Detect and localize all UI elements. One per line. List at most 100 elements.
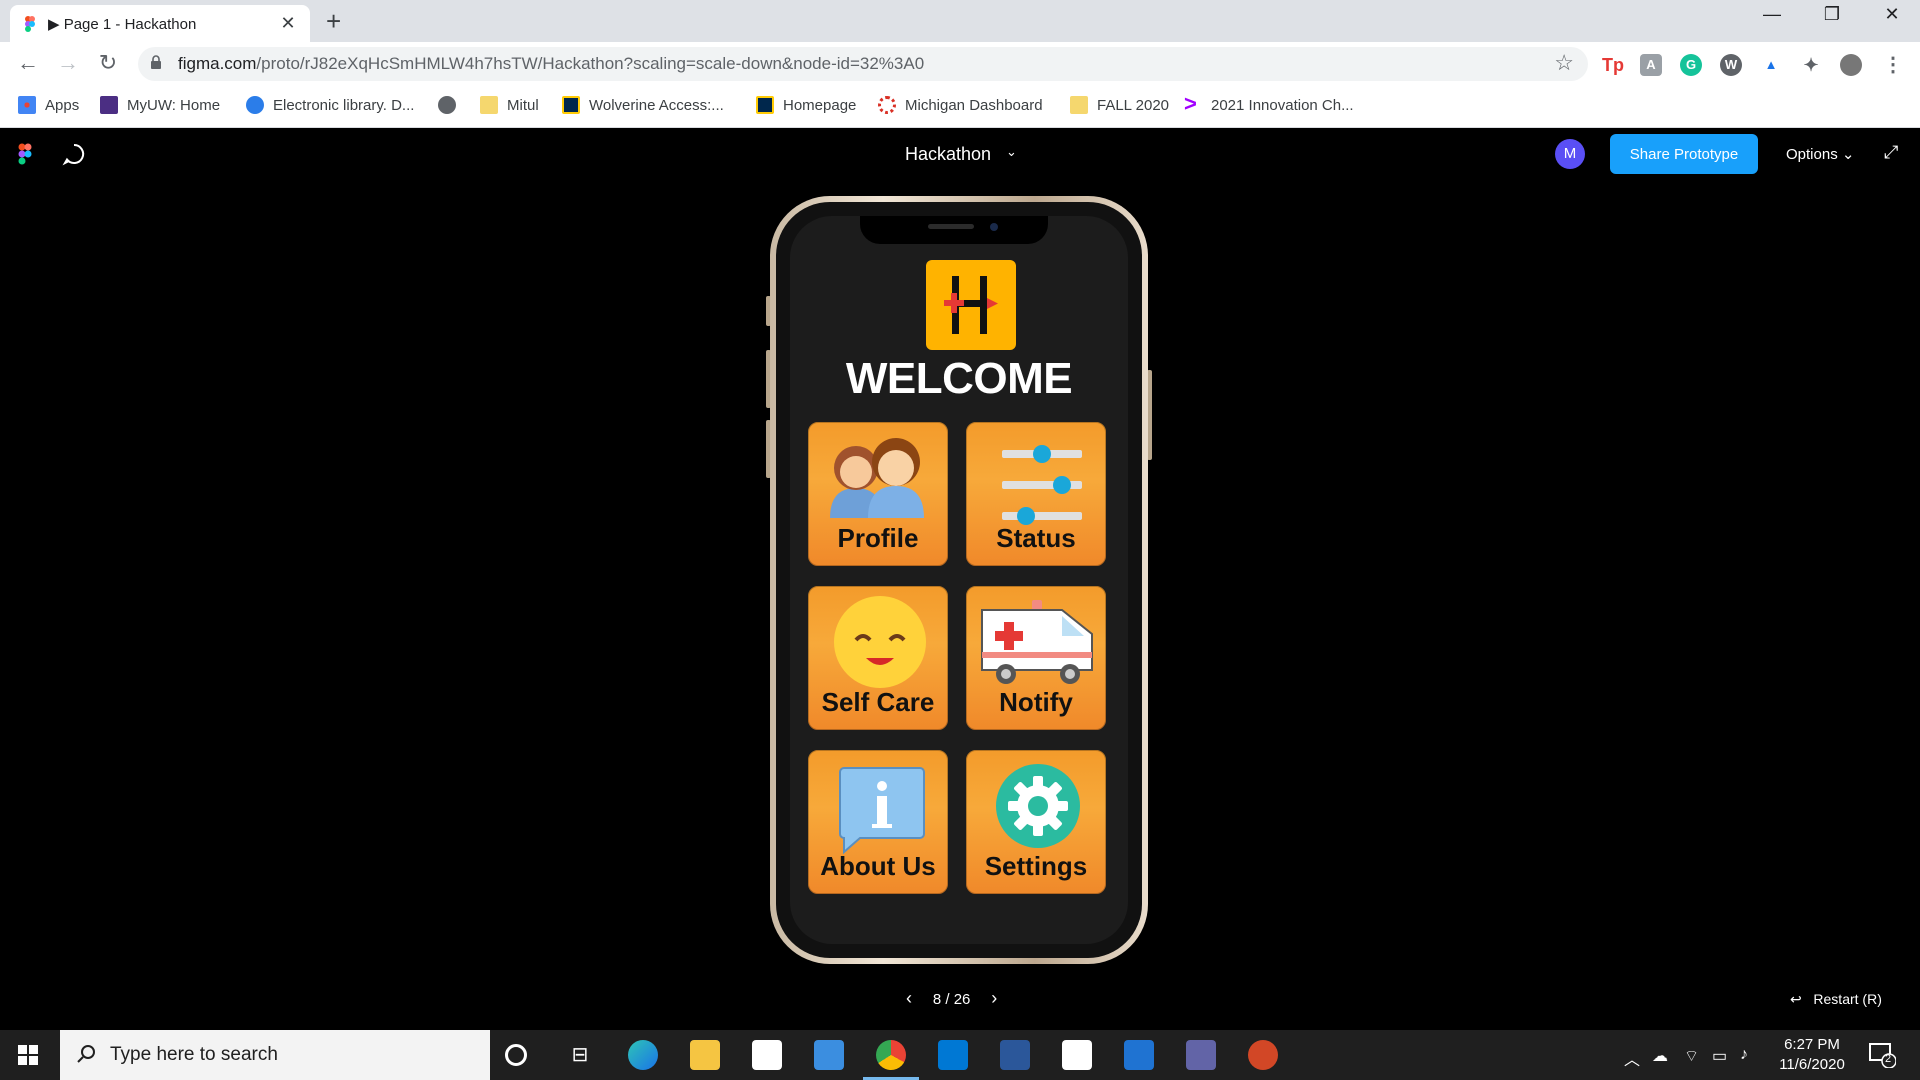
- forward-arrow-icon[interactable]: →: [54, 50, 82, 76]
- globe-icon: [438, 96, 456, 114]
- prototype-pager: ‹ 8 / 26 ›: [906, 988, 997, 1009]
- phone-frame: WELCOME Profile Status Self Care Notify …: [770, 196, 1148, 964]
- bookmark-folder-mitul[interactable]: Mitul: [480, 96, 539, 114]
- bookmark-globe[interactable]: [438, 96, 465, 114]
- clock-time: 6:27 PM: [1784, 1036, 1840, 1053]
- drive-extension-icon[interactable]: ▲: [1760, 54, 1782, 76]
- bookmark-electronic-library[interactable]: Electronic library. D...: [246, 96, 414, 114]
- window-app-icon[interactable]: [1124, 1040, 1154, 1070]
- browser-tab[interactable]: ▶ Page 1 - Hackathon ✕: [10, 5, 310, 42]
- options-label: Options: [1786, 146, 1838, 163]
- ambulance-icon: [981, 600, 1093, 684]
- puzzle-extensions-icon[interactable]: ✦: [1800, 54, 1822, 76]
- bookmark-homepage[interactable]: Homepage: [756, 96, 856, 114]
- battery-icon[interactable]: ▭: [1712, 1046, 1727, 1066]
- kebab-menu-icon[interactable]: ⋮: [1882, 54, 1904, 76]
- bookmark-apps[interactable]: Apps: [18, 96, 79, 114]
- volume-icon[interactable]: ♪: [1740, 1046, 1748, 1064]
- bookmarks-bar: Apps MyUW: Home Electronic library. D...…: [0, 86, 1920, 128]
- notification-center[interactable]: 2: [1868, 1042, 1897, 1069]
- teams-icon[interactable]: [1186, 1040, 1216, 1070]
- speaker: [928, 224, 974, 229]
- profile-people-icon: [830, 438, 924, 518]
- myuw-icon: [100, 96, 118, 114]
- extension-icon[interactable]: A: [1640, 54, 1662, 76]
- bookmark-folder-fall-2020[interactable]: FALL 2020: [1070, 96, 1169, 114]
- wordtune-icon[interactable]: W: [1720, 54, 1742, 76]
- about-us-tile[interactable]: About Us: [806, 748, 950, 896]
- chevron-down-icon: ⌄: [1841, 146, 1855, 163]
- h-logo-icon: [944, 276, 998, 334]
- wifi-icon[interactable]: ⌔: [1684, 1046, 1699, 1066]
- mail-icon[interactable]: [814, 1040, 844, 1070]
- vscode-icon[interactable]: [938, 1040, 968, 1070]
- lock-icon: [151, 55, 161, 69]
- restore-button[interactable]: ❐: [1812, 4, 1852, 25]
- bookmark-label: MyUW: Home: [127, 96, 221, 114]
- tab-close-button[interactable]: ✕: [278, 13, 298, 34]
- onedrive-icon[interactable]: ☁: [1652, 1046, 1668, 1066]
- profile-avatar-icon[interactable]: [1840, 54, 1862, 76]
- chrome-icon[interactable]: [876, 1040, 906, 1070]
- taskbar-search-input[interactable]: Type here to search: [60, 1030, 490, 1080]
- windows-start-icon[interactable]: [18, 1045, 38, 1065]
- info-bubble-icon: [839, 767, 925, 855]
- self-care-tile[interactable]: Self Care: [806, 584, 950, 732]
- back-arrow-icon[interactable]: ←: [14, 50, 42, 76]
- word-icon[interactable]: [1000, 1040, 1030, 1070]
- fullscreen-icon[interactable]: ⤢: [1884, 142, 1898, 163]
- bookmark-label: Mitul: [507, 96, 539, 114]
- share-prototype-button[interactable]: Share Prototype: [1610, 134, 1758, 174]
- notify-tile[interactable]: Notify: [964, 584, 1108, 732]
- bookmark-innovation[interactable]: >2021 Innovation Ch...: [1184, 91, 1354, 116]
- bookmark-label: Wolverine Access:...: [589, 96, 724, 114]
- settings-tile[interactable]: Settings: [964, 748, 1108, 896]
- task-view-icon[interactable]: ⊟: [565, 1040, 595, 1070]
- grammarly-icon[interactable]: G: [1680, 54, 1702, 76]
- michigan-icon: [756, 96, 774, 114]
- project-title[interactable]: Hackathon: [905, 144, 991, 165]
- status-tile[interactable]: Status: [964, 420, 1108, 568]
- url-path: /proto/rJ82eXqHcSmHMLW4h7hsTW/Hackathon?…: [256, 54, 925, 73]
- browser-toolbar: ← → ↻ figma.com/proto/rJ82eXqHcSmHMLW4h7…: [0, 42, 1920, 86]
- tile-label: Settings: [984, 851, 1088, 881]
- apps-grid-icon: [18, 96, 36, 114]
- gear-icon: [996, 764, 1080, 848]
- store-icon[interactable]: [752, 1040, 782, 1070]
- new-tab-button[interactable]: +: [326, 6, 341, 37]
- bookmark-label: Homepage: [783, 96, 857, 114]
- bookmark-wolverine-access[interactable]: Wolverine Access:...: [562, 96, 724, 114]
- tp-extension-icon[interactable]: Tp: [1602, 54, 1624, 76]
- bookmark-myuw[interactable]: MyUW: Home: [100, 96, 220, 114]
- close-window-button[interactable]: ✕: [1872, 4, 1912, 25]
- options-menu[interactable]: Options ⌄: [1786, 145, 1854, 163]
- restart-button[interactable]: ↩ Restart (R): [1790, 991, 1882, 1008]
- browser-tab-strip: ▶ Page 1 - Hackathon ✕ + — ❐ ✕: [0, 0, 1920, 42]
- previous-frame-icon[interactable]: ‹: [906, 988, 912, 1008]
- avatar[interactable]: M: [1555, 139, 1585, 169]
- cortana-icon[interactable]: [505, 1044, 527, 1066]
- system-clock[interactable]: 6:27 PM 11/6/2020: [1770, 1035, 1854, 1075]
- bookmark-michigan-dashboard[interactable]: Michigan Dashboard: [878, 96, 1043, 114]
- chevron-up-icon[interactable]: ︿: [1624, 1046, 1640, 1070]
- reload-icon[interactable]: ↻: [94, 50, 122, 76]
- figma-toolbar: Hackathon ⌄ M Share Prototype Options ⌄ …: [0, 128, 1920, 180]
- profile-tile[interactable]: Profile: [806, 420, 950, 568]
- powerpoint-icon[interactable]: [1248, 1040, 1278, 1070]
- tile-label: Notify: [999, 687, 1073, 717]
- chevron-down-icon[interactable]: ⌄: [1006, 144, 1017, 160]
- next-frame-icon[interactable]: ›: [991, 988, 997, 1008]
- comment-icon[interactable]: [62, 142, 86, 166]
- grammarly-app-icon[interactable]: [1062, 1040, 1092, 1070]
- url-host: figma.com: [178, 54, 257, 73]
- figma-logo-icon[interactable]: [18, 143, 32, 165]
- file-explorer-icon[interactable]: [690, 1040, 720, 1070]
- address-bar[interactable]: figma.com/proto/rJ82eXqHcSmHMLW4h7hsTW/H…: [138, 47, 1588, 81]
- minimize-button[interactable]: —: [1752, 4, 1792, 25]
- accenture-icon: >: [1184, 91, 1197, 116]
- self-care-smiley-icon: [834, 596, 926, 688]
- edge-icon[interactable]: [628, 1040, 658, 1070]
- tile-label: Status: [996, 523, 1076, 553]
- bookmark-star-icon[interactable]: ☆: [1554, 50, 1574, 76]
- page-counter: 8 / 26: [932, 991, 971, 1008]
